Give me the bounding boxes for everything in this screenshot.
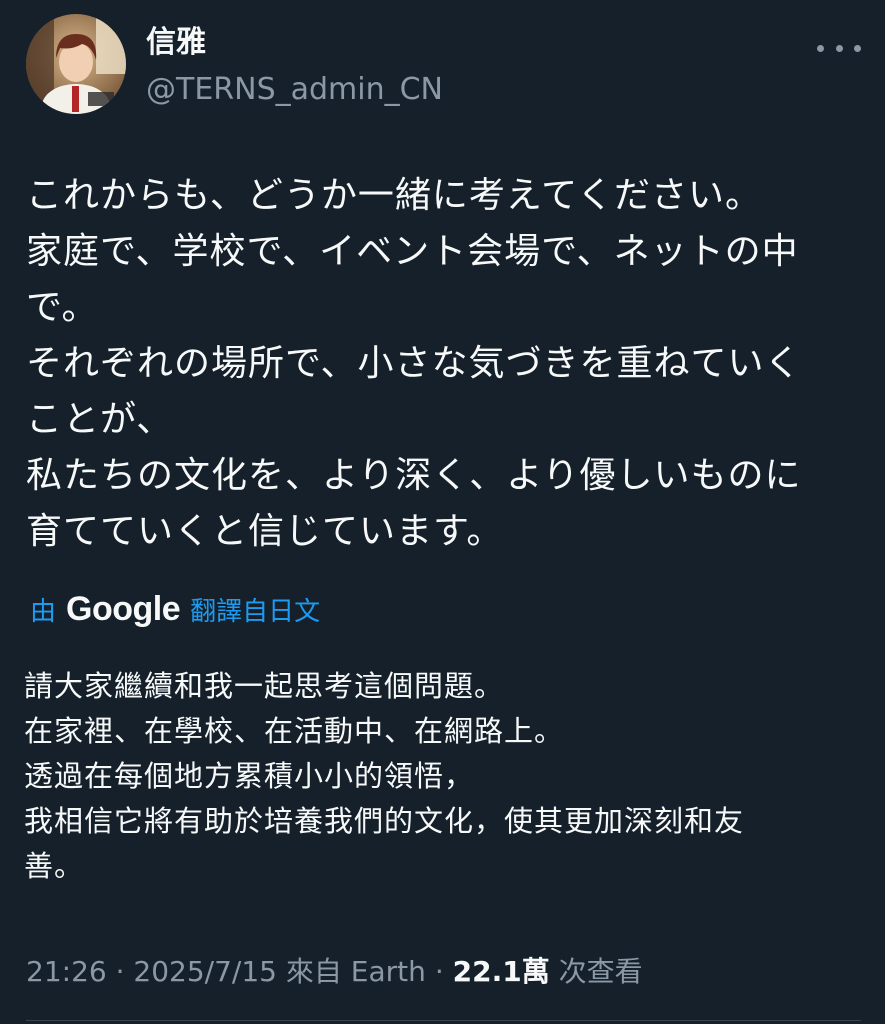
name-block: 信雅 @TERNS_admin_CN	[146, 24, 443, 110]
more-horizontal-icon	[835, 44, 843, 52]
tweet-metadata: 21:26 · 2025/7/15 來自 Earth · 22.1萬 次查看	[26, 950, 643, 994]
translated-text: 請大家繼續和我一起思考這個問題。 在家裡、在學校、在活動中、在網路上。 透過在每…	[24, 664, 854, 889]
separator: ·	[115, 955, 125, 988]
more-horizontal-icon	[854, 44, 861, 52]
google-logo: Google	[66, 589, 181, 628]
views-count[interactable]: 22.1萬	[453, 955, 550, 988]
display-name[interactable]: 信雅	[146, 24, 443, 62]
tweet-header: 信雅 @TERNS_admin_CN	[26, 14, 861, 114]
avatar[interactable]	[26, 14, 126, 114]
tweet-text-line: 私たちの文化を、より深く、より優しいものに	[26, 455, 802, 496]
tweet-text-line: それぞれの場所で、小さな気づきを重ねていく	[26, 343, 802, 384]
translated-text-line: 我相信它將有助於培養我們的文化，使其更加深刻和友	[24, 804, 745, 838]
user-handle[interactable]: @TERNS_admin_CN	[146, 70, 443, 110]
tweet-text-line: 家庭で、学校で、イベント会場で、ネットの中	[26, 231, 799, 272]
translated-text-line: 在家裡、在學校、在活動中、在網路上。	[24, 714, 565, 748]
tweet-date[interactable]: 2025/7/15	[133, 955, 277, 988]
more-horizontal-icon	[817, 44, 824, 52]
tweet-text-line: 育てていくと信じています。	[26, 511, 504, 552]
translated-by-label: 由	[30, 596, 57, 627]
separator: ·	[434, 955, 444, 988]
translation-attribution: 由 Google 翻譯自日文	[30, 587, 320, 631]
tweet-source: 來自 Earth	[285, 955, 426, 988]
tweet-text: これからも、どうか一緒に考えてください。 家庭で、学校で、イベント会場で、ネット…	[26, 168, 856, 560]
tweet-text-line: ことが、	[26, 399, 174, 440]
translated-from-link[interactable]: 翻譯自日文	[190, 591, 320, 628]
tweet-text-line: これからも、どうか一緒に考えてください。	[26, 175, 763, 216]
tweet-text-line: で。	[26, 287, 99, 328]
views-label: 次查看	[558, 955, 643, 988]
translated-text-line: 請大家繼續和我一起思考這個問題。	[24, 669, 505, 703]
tweet: 信雅 @TERNS_admin_CN これからも、どうか一緒に考えてください。 …	[0, 0, 885, 1024]
translated-text-line: 善。	[24, 849, 85, 883]
more-options-button[interactable]	[817, 38, 861, 58]
divider	[26, 1020, 861, 1021]
translated-text-line: 透過在每個地方累積小小的領悟，	[24, 759, 475, 793]
avatar-image	[26, 14, 126, 114]
tweet-time[interactable]: 21:26	[26, 955, 107, 988]
